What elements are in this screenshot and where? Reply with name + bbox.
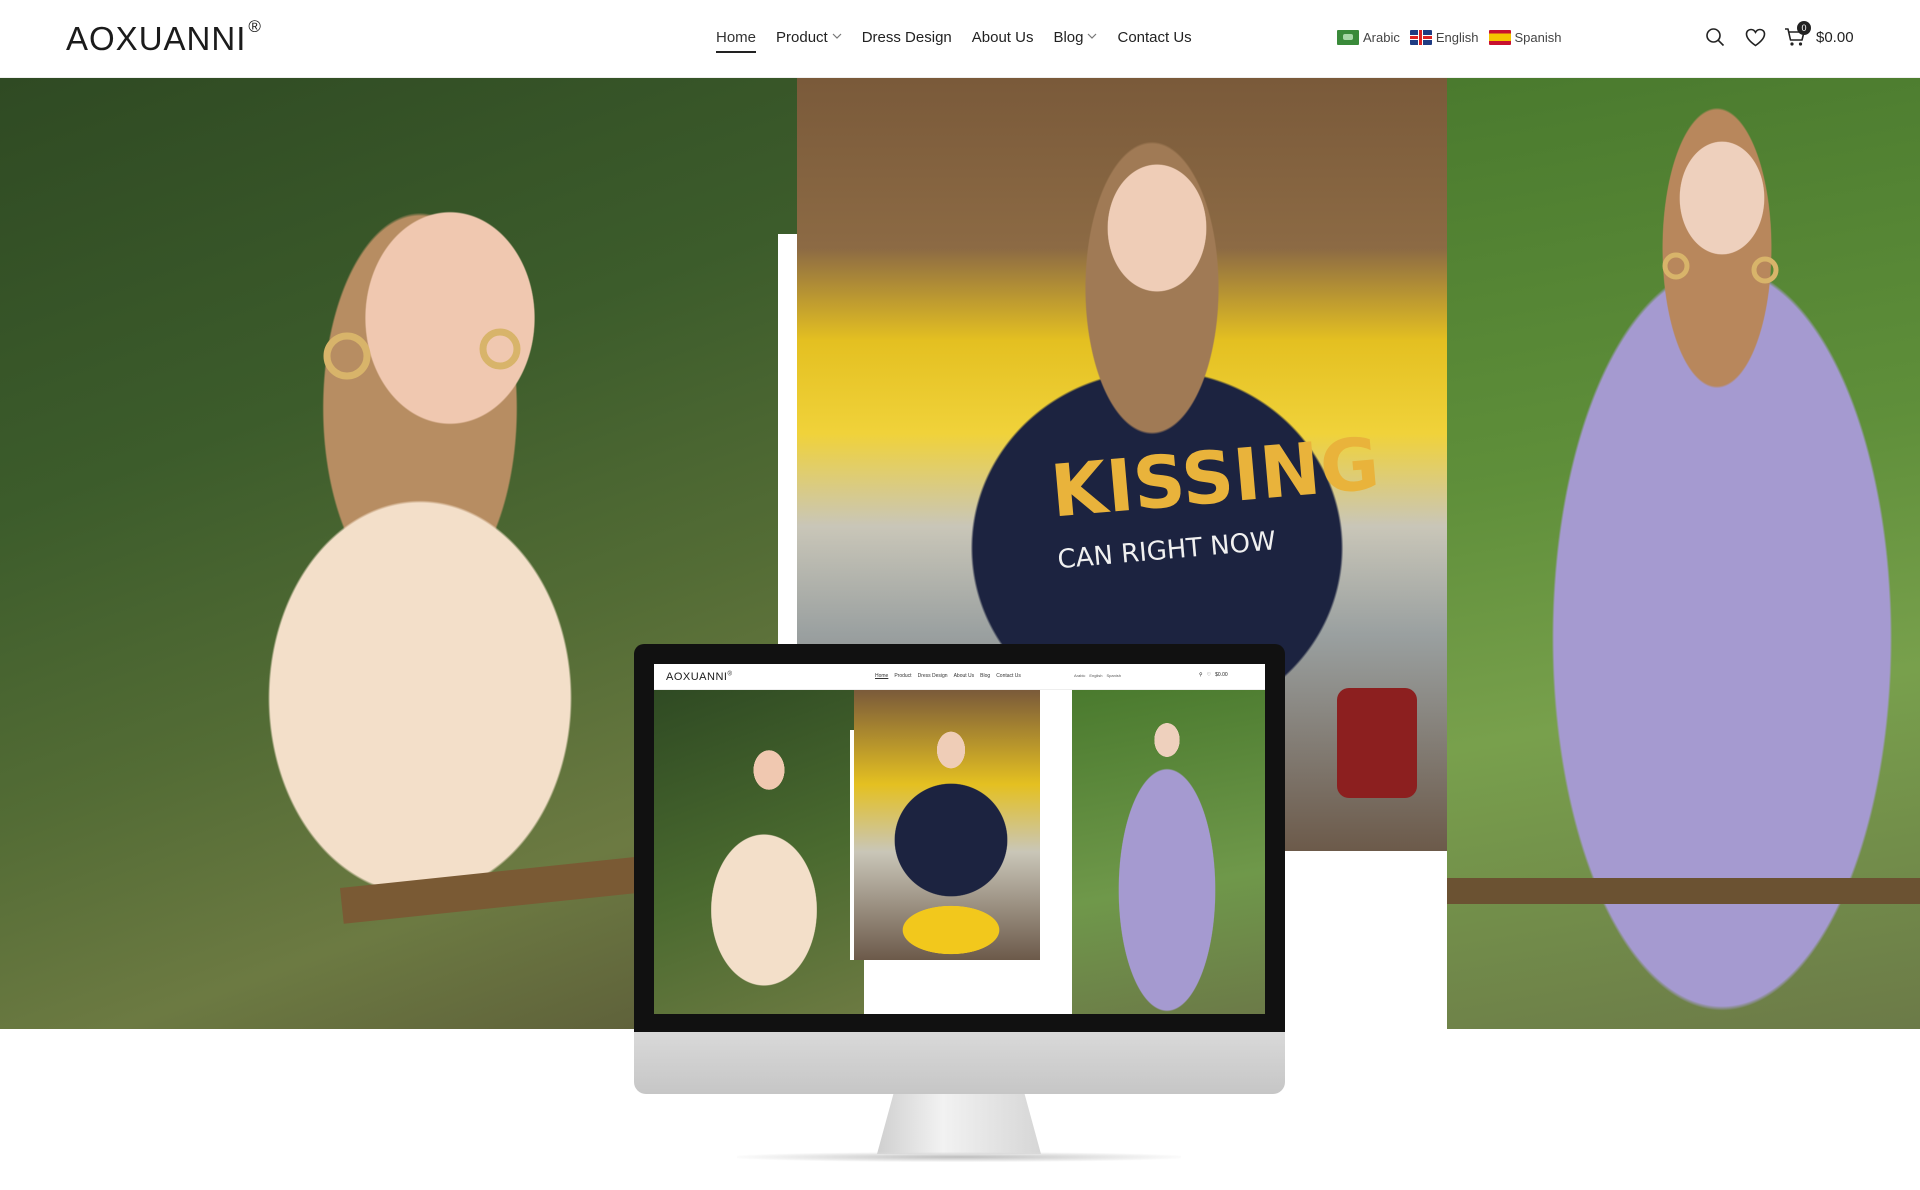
language-spanish[interactable]: Spanish xyxy=(1488,30,1562,45)
shirt-print-line2: CAN RIGHT NOW xyxy=(1056,526,1277,575)
monitor-chin xyxy=(634,1032,1285,1094)
logo-text: AOXUANNI xyxy=(66,20,247,57)
language-label: English xyxy=(1435,30,1479,45)
nav-label: Contact Us xyxy=(1117,29,1192,46)
preview-nav-item: About Us xyxy=(953,673,975,679)
nav-label: Product xyxy=(776,29,828,46)
cart-total: $0.00 xyxy=(1816,28,1854,46)
cart-button[interactable]: 0 $0.00 xyxy=(1782,21,1854,50)
model-photo-right xyxy=(1447,78,1920,1029)
language-english[interactable]: English xyxy=(1409,30,1479,45)
nav-item-contact-us[interactable]: Contact Us xyxy=(1107,27,1201,53)
nav-item-blog[interactable]: Blog xyxy=(1043,27,1107,53)
preview-tools: ⚲ ♡ $0.00 xyxy=(1199,672,1228,678)
preview-search-icon: ⚲ xyxy=(1199,672,1203,678)
preview-heart-icon: ♡ xyxy=(1206,672,1212,678)
nav-label: Home xyxy=(716,29,757,46)
shirt-print-line1: KISSING xyxy=(1047,421,1382,533)
preview-photo-right xyxy=(1072,690,1265,1014)
monitor-stand xyxy=(877,1094,1041,1154)
preview-nav-item: Contact Us xyxy=(996,673,1021,679)
uk-flag-icon xyxy=(1409,30,1432,45)
saudi-flag-icon xyxy=(1337,30,1359,45)
search-icon[interactable] xyxy=(1702,24,1728,50)
preview-nav: Home Product Dress Design About Us Blog … xyxy=(875,673,1021,679)
language-switcher: Arabic English Spanish xyxy=(1337,30,1561,45)
chevron-down-icon xyxy=(832,33,842,39)
logo-registered-mark: ® xyxy=(248,17,262,36)
main-nav: Home Product Dress Design About Us Blog … xyxy=(716,27,1202,53)
active-underline xyxy=(716,51,757,53)
spain-flag-icon xyxy=(1488,30,1511,45)
language-arabic[interactable]: Arabic xyxy=(1337,30,1400,45)
monitor-base-shadow xyxy=(737,1152,1181,1162)
preview-language: Arabic xyxy=(1074,673,1086,678)
dress-print-decoration xyxy=(1447,252,1920,904)
site-header: AOXUANNI ® Home Product Dress Design Abou… xyxy=(0,0,1920,78)
nav-label: Dress Design xyxy=(861,29,952,46)
preview-logo-text: AOXUANNI xyxy=(666,671,728,683)
preview-language: English xyxy=(1089,673,1103,678)
chevron-down-icon xyxy=(1087,33,1097,39)
nav-label: About Us xyxy=(971,29,1034,46)
preview-photo-gap xyxy=(1040,960,1072,1014)
language-label: Arabic xyxy=(1363,30,1400,45)
language-label: Spanish xyxy=(1514,30,1562,45)
cart-count-badge: 0 xyxy=(1797,21,1811,35)
preview-logo: AOXUANNI® xyxy=(666,671,732,683)
hero-collage: KISSING CAN RIGHT NOW AOXUANNI® Home Pro… xyxy=(0,78,1920,1190)
nav-item-dress-design[interactable]: Dress Design xyxy=(852,27,962,53)
nav-item-about-us[interactable]: About Us xyxy=(962,27,1044,53)
preview-nav-item: Home xyxy=(875,673,889,679)
preview-nav-item: Product xyxy=(894,673,912,679)
nav-item-home[interactable]: Home xyxy=(716,27,766,53)
nav-label: Blog xyxy=(1053,29,1084,46)
photo-gap xyxy=(1413,874,1447,1029)
preview-language: Spanish xyxy=(1106,673,1121,678)
monitor-mockup: AOXUANNI® Home Product Dress Design Abou… xyxy=(634,644,1285,1170)
nav-item-product[interactable]: Product xyxy=(766,27,852,53)
header-tools: 0 $0.00 xyxy=(1702,21,1854,50)
heart-icon[interactable] xyxy=(1742,24,1768,50)
monitor-screen: AOXUANNI® Home Product Dress Design Abou… xyxy=(654,664,1265,1014)
preview-languages: Arabic English Spanish xyxy=(1074,673,1121,678)
preview-photo-center xyxy=(854,690,1040,960)
preview-cart-total: $0.00 xyxy=(1215,672,1228,678)
site-logo[interactable]: AOXUANNI ® xyxy=(66,17,262,58)
preview-nav-item: Blog xyxy=(980,673,991,679)
preview-photo-left xyxy=(654,690,864,1014)
preview-nav-item: Dress Design xyxy=(917,673,948,679)
preview-logo-mark: ® xyxy=(727,671,733,678)
preview-header: AOXUANNI® Home Product Dress Design Abou… xyxy=(654,664,1265,690)
